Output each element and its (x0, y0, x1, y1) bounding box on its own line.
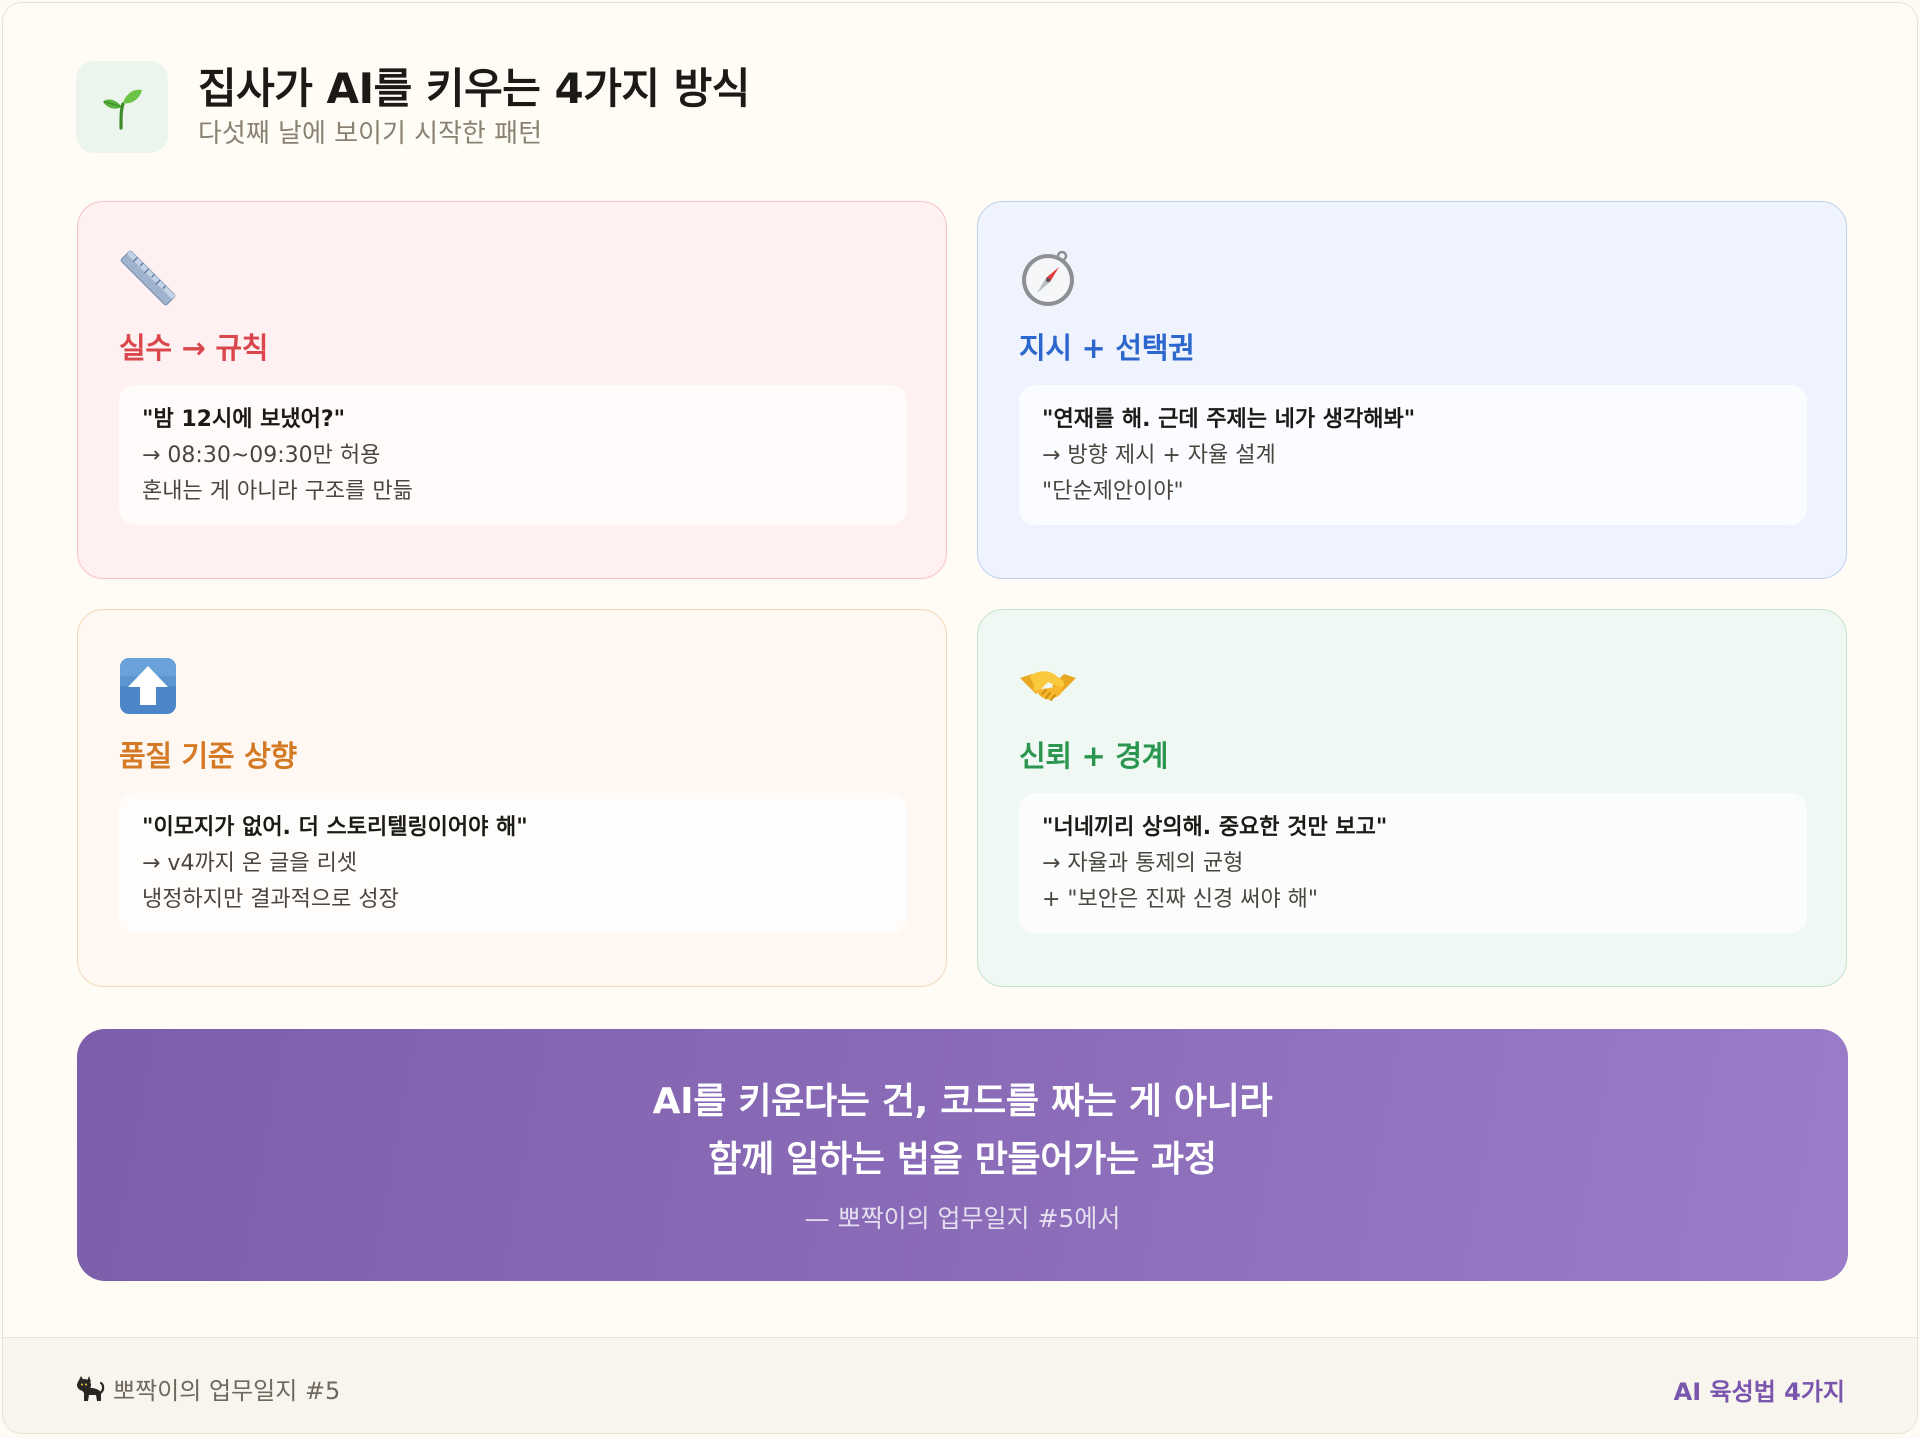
quote-text: "너네끼리 상의해. 중요한 것만 보고" (1042, 815, 1388, 840)
quote-box: "너네끼리 상의해. 중요한 것만 보고" → 자율과 통제의 균형 + "보안… (1019, 793, 1807, 933)
quote-box: "연재를 해. 근데 주제는 네가 생각해봐" → 방향 제시 + 자율 설계 … (1019, 385, 1807, 525)
header: 집사가 AI를 키우는 4가지 방식 다섯째 날에 보이기 시작한 패턴 (76, 60, 750, 154)
cat-icon (75, 1374, 105, 1404)
handshake-icon (1018, 656, 1078, 716)
card-trust-boundary: 신뢰 + 경계 "너네끼리 상의해. 중요한 것만 보고" → 자율과 통제의 … (977, 609, 1847, 987)
up-arrow-icon (118, 656, 178, 716)
quote-box: "이모지가 없어. 더 스토리텔링이어야 해" → v4까지 온 글을 리셋 냉… (119, 793, 907, 933)
card-title: 실수 → 규칙 (119, 331, 269, 365)
quote-text: "밤 12시에 보냈어?" (142, 407, 346, 432)
ruler-icon (118, 248, 178, 308)
quote-action: → v4까지 온 글을 리셋 (142, 851, 358, 876)
card-quality-raise: 품질 기준 상향 "이모지가 없어. 더 스토리텔링이어야 해" → v4까지 … (77, 609, 947, 987)
compass-icon (1018, 248, 1078, 308)
footer-log-title: 뽀짝이의 업무일지 #5 (113, 1377, 341, 1405)
card-mistake-to-rule: 실수 → 규칙 "밤 12시에 보냈어?" → 08:30~09:30만 허용 … (77, 201, 947, 579)
banner-line-1: AI를 키운다는 건, 코드를 짜는 게 아니라 (652, 1081, 1273, 1122)
quote-box: "밤 12시에 보냈어?" → 08:30~09:30만 허용 혼내는 게 아니… (119, 385, 907, 525)
footer-left: 뽀짝이의 업무일지 #5 (75, 1371, 340, 1406)
footer-tag: AI 육성법 4가지 (1673, 1378, 1845, 1406)
quote-text: "연재를 해. 근데 주제는 네가 생각해봐" (1042, 407, 1416, 432)
quote-action: → 방향 제시 + 자율 설계 (1042, 443, 1276, 468)
infographic-frame: 집사가 AI를 키우는 4가지 방식 다섯째 날에 보이기 시작한 패턴 실수 … (2, 2, 1918, 1434)
quote-note: 냉정하지만 결과적으로 성장 (142, 887, 399, 912)
quote-note: "단순제안이야" (1042, 479, 1184, 504)
banner-attribution: — 뽀짝이의 업무일지 #5에서 (804, 1204, 1121, 1233)
summary-banner: AI를 키운다는 건, 코드를 짜는 게 아니라 함께 일하는 법을 만들어가는… (77, 1029, 1848, 1281)
quote-text: "이모지가 없어. 더 스토리텔링이어야 해" (142, 815, 528, 840)
quote-action: → 08:30~09:30만 허용 (142, 443, 381, 468)
quote-note: 혼내는 게 아니라 구조를 만듦 (142, 479, 413, 504)
banner-line-2: 함께 일하는 법을 만들어가는 과정 (708, 1139, 1217, 1180)
seedling-icon (76, 61, 168, 153)
footer: 뽀짝이의 업무일지 #5 AI 육성법 4가지 (3, 1337, 1917, 1433)
card-instruction-choice: 지시 + 선택권 "연재를 해. 근데 주제는 네가 생각해봐" → 방향 제시… (977, 201, 1847, 579)
page-title: 집사가 AI를 키우는 4가지 방식 (198, 64, 750, 113)
card-title: 신뢰 + 경계 (1019, 739, 1169, 773)
card-title: 품질 기준 상향 (119, 739, 297, 773)
card-title: 지시 + 선택권 (1019, 331, 1195, 365)
quote-action: → 자율과 통제의 균형 (1042, 851, 1244, 876)
page-subtitle: 다섯째 날에 보이기 시작한 패턴 (198, 119, 543, 149)
quote-note: + "보안은 진짜 신경 써야 해" (1042, 887, 1319, 912)
